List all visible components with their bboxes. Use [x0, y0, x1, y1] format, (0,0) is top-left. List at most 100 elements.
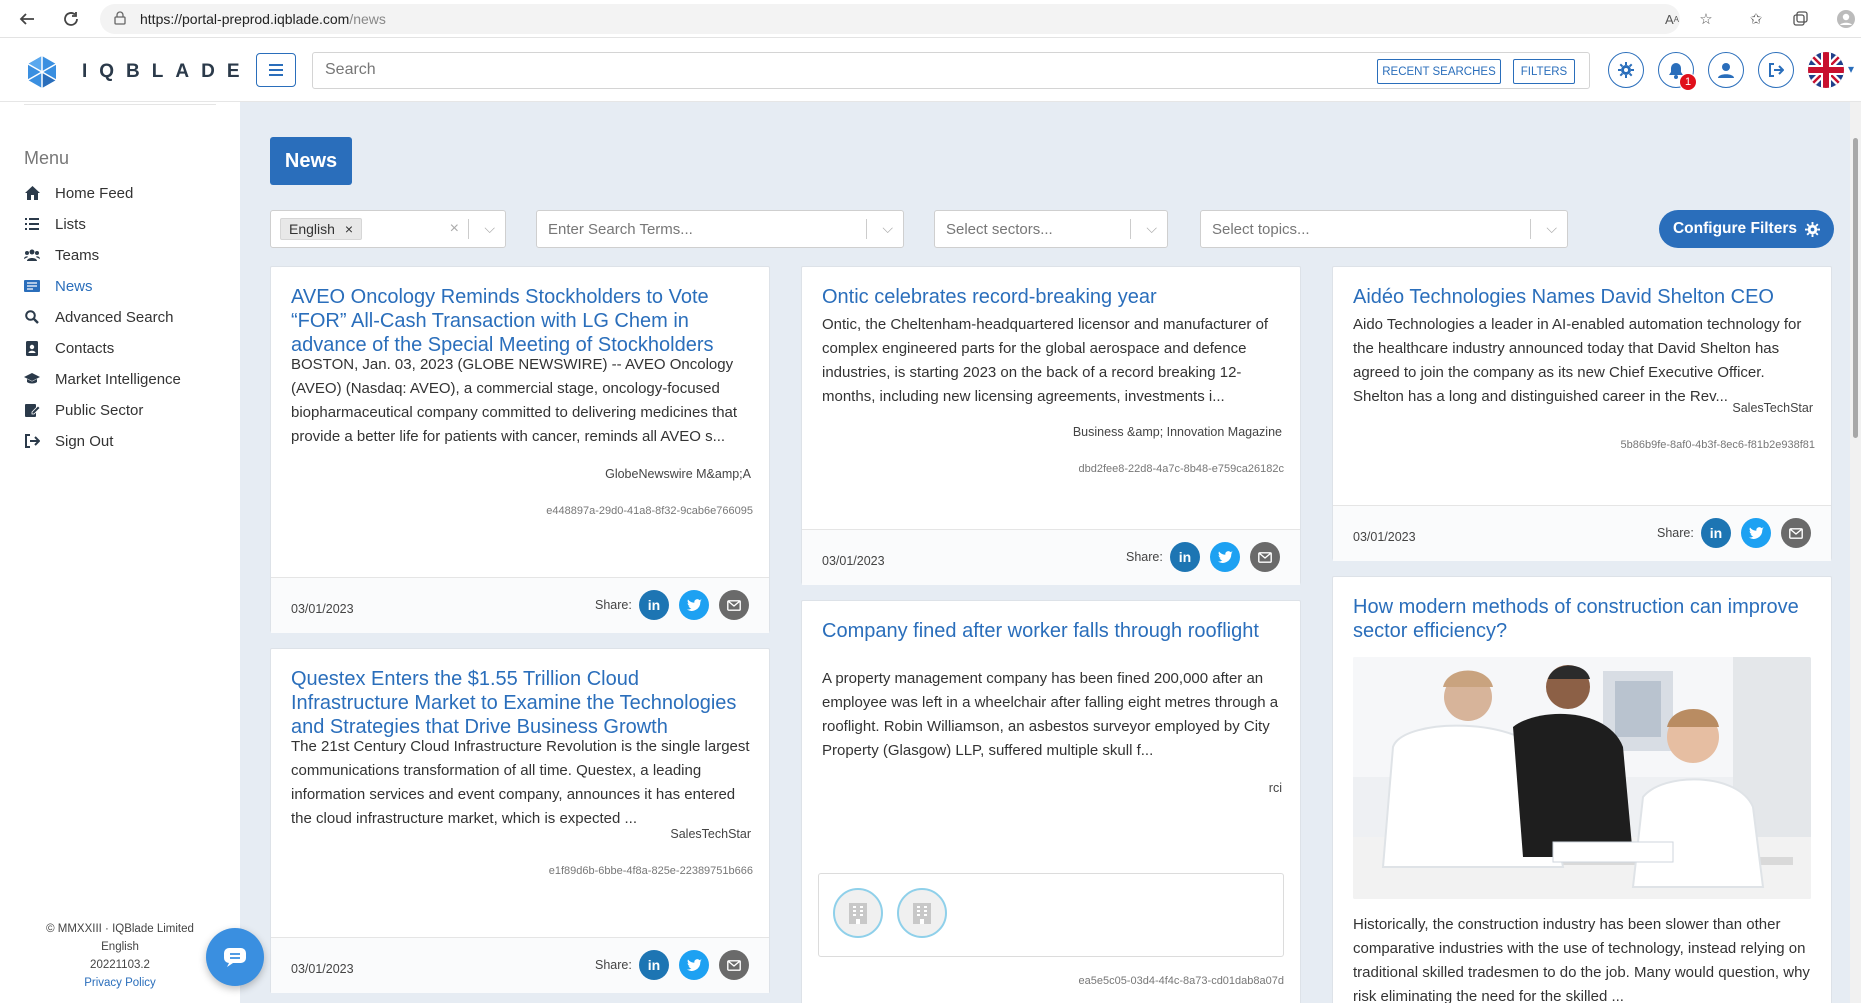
- profile-icon[interactable]: [1834, 7, 1858, 31]
- list-icon: [24, 216, 40, 232]
- article-date: 03/01/2023: [1353, 530, 1416, 544]
- privacy-policy-link[interactable]: Privacy Policy: [0, 974, 240, 992]
- select-divider: [866, 219, 867, 239]
- favorite-add-icon[interactable]: ☆: [1694, 7, 1718, 31]
- article-title-link[interactable]: Ontic celebrates record-breaking year: [822, 285, 1282, 309]
- article-summary: Aido Technologies a leader in AI-enabled…: [1353, 316, 1802, 405]
- company-thumbnail[interactable]: [833, 888, 883, 938]
- scrollbar-thumb[interactable]: [1853, 138, 1858, 438]
- logo[interactable]: IQBLADE: [24, 54, 252, 90]
- users-icon: [24, 247, 40, 263]
- search-icon: [24, 309, 40, 325]
- chevron-down-icon[interactable]: ⌵: [1146, 220, 1157, 237]
- linkedin-share-icon[interactable]: in: [1701, 518, 1731, 548]
- contact-book-icon: [24, 340, 40, 356]
- twitter-share-icon[interactable]: [679, 950, 709, 980]
- share-label: Share:: [1657, 526, 1694, 540]
- email-share-icon[interactable]: [719, 590, 749, 620]
- twitter-share-icon[interactable]: [1741, 518, 1771, 548]
- article-source: GlobeNewswire M&amp;A: [605, 467, 751, 481]
- notifications-button[interactable]: 1: [1658, 52, 1697, 91]
- twitter-share-icon[interactable]: [1210, 542, 1240, 572]
- chevron-down-icon[interactable]: ⌵: [882, 220, 893, 237]
- sidebar-item-market-intelligence[interactable]: Market Intelligence: [24, 368, 224, 390]
- global-search: RECENT SEARCHES FILTERS: [312, 52, 1590, 89]
- browser-toolbar: https://portal-preprod.iqblade.com/news …: [0, 0, 1861, 38]
- menu-toggle-button[interactable]: [256, 53, 296, 87]
- configure-filters-button[interactable]: Configure Filters: [1659, 210, 1834, 248]
- profile-button[interactable]: [1708, 52, 1744, 88]
- article-date: 03/01/2023: [291, 962, 354, 976]
- article-source: rci: [1268, 781, 1282, 795]
- email-share-icon[interactable]: [719, 950, 749, 980]
- linkedin-share-icon[interactable]: in: [1170, 542, 1200, 572]
- sectors-select[interactable]: Select sectors... ⌵: [934, 210, 1168, 248]
- logo-icon: [27, 56, 57, 88]
- select-divider: [1530, 219, 1531, 239]
- page-scrollbar[interactable]: [1850, 102, 1861, 1003]
- favorites-icon[interactable]: ✩: [1744, 7, 1768, 31]
- refresh-icon[interactable]: [58, 6, 84, 32]
- sidebar-item-contacts[interactable]: Contacts: [24, 337, 224, 359]
- page-title: News: [270, 137, 352, 185]
- read-aloud-icon[interactable]: AA: [1660, 7, 1684, 31]
- version-text: 20221103.2: [90, 959, 150, 971]
- recent-searches-button[interactable]: RECENT SEARCHES: [1377, 59, 1501, 84]
- search-input[interactable]: [325, 61, 1225, 79]
- email-share-icon[interactable]: [1250, 542, 1280, 572]
- article-title-link[interactable]: Aidéo Technologies Names David Shelton C…: [1353, 285, 1813, 309]
- article-summary: A property management company has been f…: [822, 670, 1279, 759]
- email-share-icon[interactable]: [1781, 518, 1811, 548]
- back-icon[interactable]: [14, 6, 40, 32]
- twitter-share-icon[interactable]: [679, 590, 709, 620]
- chat-icon: [224, 948, 246, 967]
- uk-flag-icon[interactable]: [1808, 52, 1844, 88]
- card-footer: 03/01/2023 Share: in: [802, 529, 1300, 585]
- sidebar-item-home-feed[interactable]: Home Feed: [24, 182, 224, 204]
- news-card: Company fined after worker falls through…: [801, 600, 1301, 1003]
- sidebar-item-news[interactable]: News: [24, 275, 224, 297]
- article-title-link[interactable]: Questex Enters the $1.55 Trillion Cloud …: [291, 667, 751, 739]
- chat-button[interactable]: [206, 928, 264, 986]
- news-card: Ontic celebrates record-breaking year On…: [801, 266, 1301, 585]
- sidebar-item-label: Lists: [55, 215, 86, 233]
- main-content: News English × × ⌵ Enter Search Terms...…: [240, 102, 1861, 1003]
- sidebar-item-label: Advanced Search: [55, 308, 174, 326]
- sidebar-item-label: Public Sector: [55, 401, 144, 419]
- sign-out-button[interactable]: [1758, 52, 1794, 88]
- article-id: dbd2fee8-22d8-4a7c-8b48-e759ca26182c: [1078, 463, 1284, 475]
- logo-text: IQBLADE: [82, 61, 252, 82]
- sidebar-item-label: Home Feed: [55, 184, 134, 202]
- sidebar-item-teams[interactable]: Teams: [24, 244, 224, 266]
- remove-tag-icon[interactable]: ×: [345, 221, 353, 237]
- sidebar-item-advanced-search[interactable]: Advanced Search: [24, 306, 224, 328]
- article-date: 03/01/2023: [822, 554, 885, 568]
- collections-icon[interactable]: [1788, 7, 1812, 31]
- article-title-link[interactable]: Company fined after worker falls through…: [822, 619, 1282, 643]
- settings-button[interactable]: [1608, 52, 1644, 88]
- building-icon: [849, 903, 867, 924]
- linkedin-share-icon[interactable]: in: [639, 950, 669, 980]
- company-thumbnail[interactable]: [897, 888, 947, 938]
- language-tag: English ×: [280, 218, 363, 240]
- configure-filters-label: Configure Filters: [1672, 220, 1797, 237]
- article-title-link[interactable]: AVEO Oncology Reminds Stockholders to Vo…: [291, 285, 751, 357]
- sidebar-item-lists[interactable]: Lists: [24, 213, 224, 235]
- filters-button[interactable]: FILTERS: [1513, 59, 1575, 84]
- topics-select[interactable]: Select topics... ⌵: [1200, 210, 1568, 248]
- building-icon: [913, 903, 931, 924]
- sidebar-item-public-sector[interactable]: Public Sector: [24, 399, 224, 421]
- user-icon: [1718, 63, 1734, 78]
- news-card: Questex Enters the $1.55 Trillion Cloud …: [270, 648, 770, 993]
- address-bar[interactable]: https://portal-preprod.iqblade.com/news: [100, 4, 1680, 34]
- language-select[interactable]: English × × ⌵: [270, 210, 506, 248]
- card-footer: 03/01/2023 Share: in: [271, 937, 769, 993]
- chevron-down-icon[interactable]: ▾: [1848, 62, 1854, 76]
- chevron-down-icon[interactable]: ⌵: [1546, 220, 1557, 237]
- clear-icon[interactable]: ×: [450, 220, 459, 238]
- chevron-down-icon[interactable]: ⌵: [484, 220, 495, 237]
- linkedin-share-icon[interactable]: in: [639, 590, 669, 620]
- sidebar-item-sign-out[interactable]: Sign Out: [24, 430, 224, 452]
- article-title-link[interactable]: How modern methods of construction can i…: [1353, 595, 1813, 643]
- search-terms-select[interactable]: Enter Search Terms... ⌵: [536, 210, 904, 248]
